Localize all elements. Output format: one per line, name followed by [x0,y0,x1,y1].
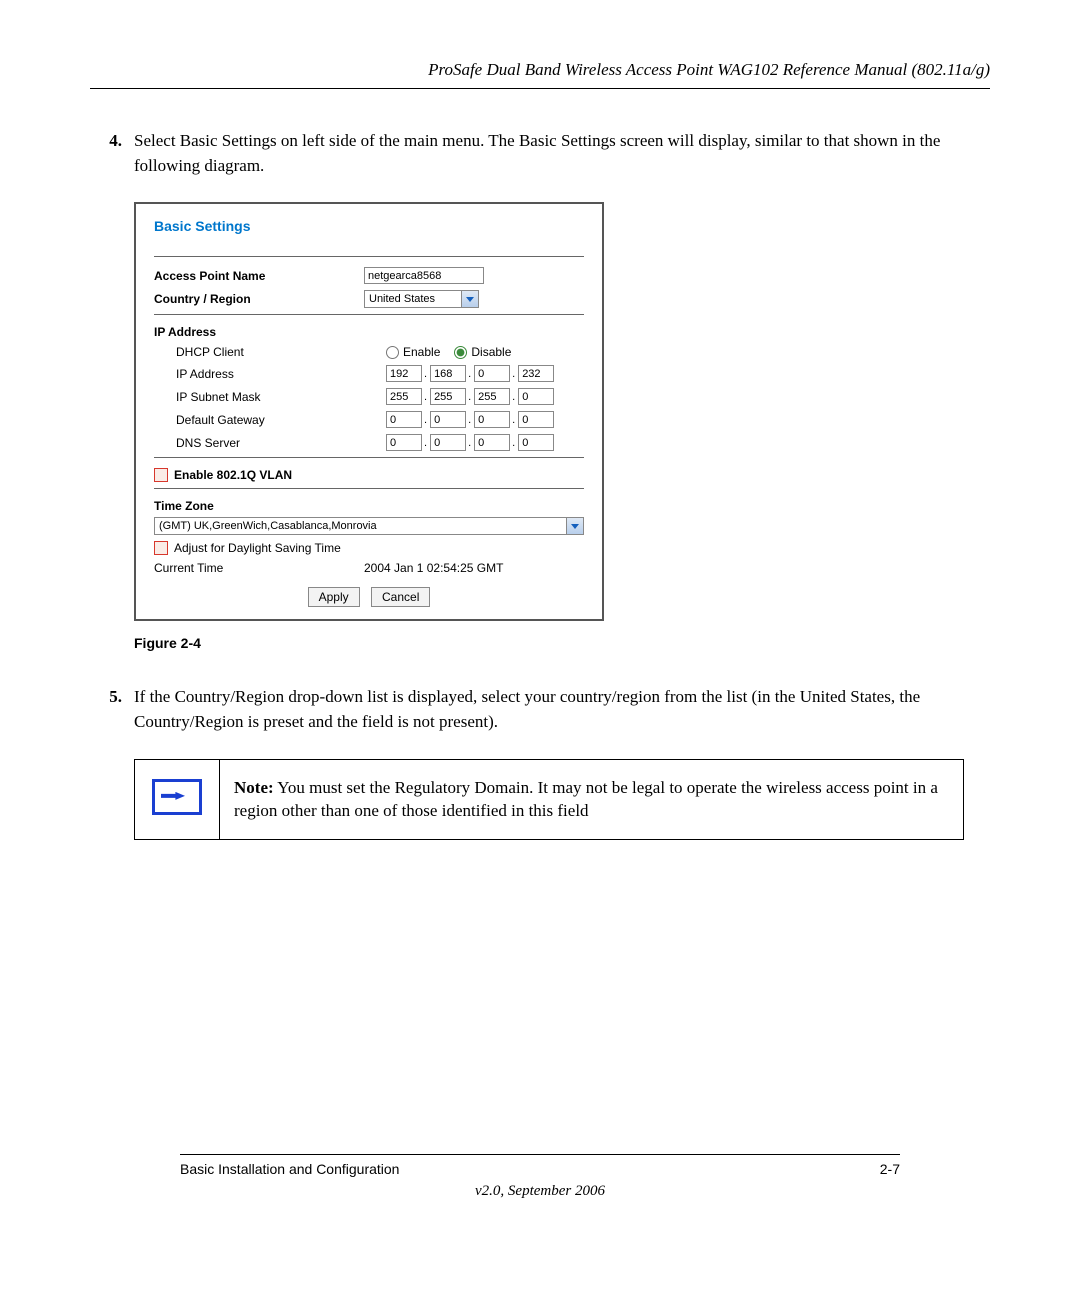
apply-button[interactable]: Apply [308,587,360,607]
arrow-right-icon [152,779,202,815]
panel-title: Basic Settings [154,218,584,234]
note-label: Note: [234,778,274,797]
dns-octet-2[interactable] [430,434,466,451]
timezone-value: (GMT) UK,GreenWich,Casablanca,Monrovia [159,520,377,532]
note-block: Note: You must set the Regulatory Domain… [134,759,964,841]
note-text: You must set the Regulatory Domain. It m… [234,778,938,821]
dhcp-disable-radio[interactable] [454,346,467,359]
chevron-down-icon[interactable] [461,291,478,307]
dns-octet-3[interactable] [474,434,510,451]
current-time-value: 2004 Jan 1 02:54:25 GMT [364,561,503,575]
figure-caption: Figure 2-4 [134,635,990,651]
footer-version: v2.0, September 2006 [180,1183,900,1200]
dhcp-enable-text: Enable [403,345,440,359]
ap-name-label: Access Point Name [154,269,364,283]
ip-label: IP Address [154,367,386,381]
gateway-octet-4[interactable] [518,411,554,428]
mask-octet-4[interactable] [518,388,554,405]
country-dropdown[interactable]: United States [364,290,479,308]
mask-octet-1[interactable] [386,388,422,405]
step-4: 4. Select Basic Settings on left side of… [90,129,990,178]
mask-octet-2[interactable] [430,388,466,405]
gateway-octet-1[interactable] [386,411,422,428]
footer-left: Basic Installation and Configuration [180,1161,399,1177]
gateway-octet-2[interactable] [430,411,466,428]
chevron-down-icon[interactable] [566,518,583,534]
vlan-checkbox[interactable] [154,468,168,482]
ip-octet-3[interactable] [474,365,510,382]
current-time-label: Current Time [154,561,364,575]
basic-settings-panel: Basic Settings Access Point Name Country… [134,202,604,621]
step-5: 5. If the Country/Region drop-down list … [90,685,990,734]
ip-section-label: IP Address [154,325,584,339]
dst-label: Adjust for Daylight Saving Time [174,541,341,555]
dst-checkbox[interactable] [154,541,168,555]
country-label: Country / Region [154,292,364,306]
ip-octet-1[interactable] [386,365,422,382]
step-4-text: Select Basic Settings on left side of th… [134,129,990,178]
dns-octet-1[interactable] [386,434,422,451]
ip-octet-2[interactable] [430,365,466,382]
mask-label: IP Subnet Mask [154,390,386,404]
dns-octet-4[interactable] [518,434,554,451]
step-4-number: 4. [90,129,134,178]
ip-octet-4[interactable] [518,365,554,382]
step-5-number: 5. [90,685,134,734]
gateway-octet-3[interactable] [474,411,510,428]
dhcp-enable-radio[interactable] [386,346,399,359]
page-footer: Basic Installation and Configuration 2-7… [180,1154,900,1200]
page-header: ProSafe Dual Band Wireless Access Point … [90,60,990,89]
cancel-button[interactable]: Cancel [371,587,430,607]
vlan-label: Enable 802.1Q VLAN [174,468,292,482]
mask-octet-3[interactable] [474,388,510,405]
tz-section-label: Time Zone [154,499,584,513]
dhcp-disable-text: Disable [471,345,511,359]
gateway-label: Default Gateway [154,413,386,427]
dns-label: DNS Server [154,436,386,450]
dhcp-label: DHCP Client [154,345,386,359]
footer-right: 2-7 [880,1161,900,1177]
timezone-dropdown[interactable]: (GMT) UK,GreenWich,Casablanca,Monrovia [154,517,584,535]
ap-name-input[interactable] [364,267,484,284]
step-5-text: If the Country/Region drop-down list is … [134,685,990,734]
country-dropdown-value: United States [369,293,435,305]
